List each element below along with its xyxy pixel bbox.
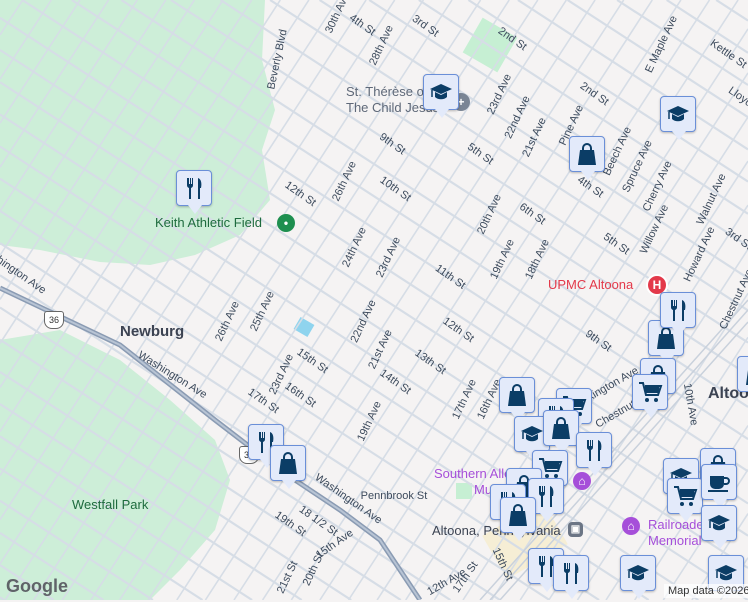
route-36-shield: 36: [44, 311, 64, 329]
coffee-cup-marker[interactable]: [701, 464, 737, 500]
graduation-cap-icon: [519, 421, 545, 447]
fork-knife-icon: [665, 297, 691, 323]
map-attribution[interactable]: Map data ©2026: [664, 584, 748, 598]
fork-knife-marker[interactable]: [660, 292, 696, 328]
shopping-bag-marker[interactable]: [500, 497, 536, 533]
graduation-cap-icon: [665, 101, 691, 127]
shopping-bag-icon: [504, 382, 530, 408]
fork-knife-icon: [533, 483, 559, 509]
graduation-cap-marker[interactable]: [660, 96, 696, 132]
fork-knife-marker[interactable]: [576, 432, 612, 468]
shopping-bag-icon: [275, 450, 301, 476]
shopping-cart-icon: [672, 483, 698, 509]
shopping-bag-icon: [548, 415, 574, 441]
graduation-cap-icon: [713, 560, 739, 586]
place-st-therese-1[interactable]: St. Thérèse of: [346, 84, 427, 100]
shopping-bag-marker[interactable]: [270, 445, 306, 481]
fork-knife-icon: [581, 437, 607, 463]
place-keith-field[interactable]: Keith Athletic Field: [155, 215, 262, 231]
shopping-bag-marker[interactable]: [737, 356, 748, 392]
shopping-cart-marker[interactable]: [667, 478, 703, 514]
graduation-cap-icon: [706, 510, 732, 536]
shopping-bag-icon: [574, 141, 600, 167]
fork-knife-icon: [558, 560, 584, 586]
shopping-bag-icon: [742, 361, 748, 387]
train-station-icon[interactable]: ▣: [568, 522, 583, 537]
graduation-cap-marker[interactable]: [423, 74, 459, 110]
place-newburg: Newburg: [120, 324, 184, 340]
fork-knife-marker[interactable]: [176, 170, 212, 206]
place-upmc[interactable]: UPMC Altoona: [548, 277, 633, 293]
place-westfall-park[interactable]: Westfall Park: [72, 497, 148, 513]
museum-park: [456, 483, 472, 499]
graduation-cap-icon: [625, 560, 651, 586]
shopping-cart-icon: [637, 379, 663, 405]
shopping-cart-marker[interactable]: [632, 374, 668, 410]
museum-icon[interactable]: ⌂: [622, 517, 640, 535]
shopping-bag-marker[interactable]: [499, 377, 535, 413]
park-pin-icon[interactable]: •: [277, 214, 295, 232]
fork-knife-icon: [181, 175, 207, 201]
shopping-bag-icon: [505, 502, 531, 528]
shopping-bag-marker[interactable]: [543, 410, 579, 446]
google-logo: Google: [6, 578, 68, 594]
graduation-cap-marker[interactable]: [620, 555, 656, 591]
coffee-cup-icon: [706, 469, 732, 495]
street-label: Pennbrook St: [369, 491, 419, 502]
fork-knife-marker[interactable]: [553, 555, 589, 591]
place-railroad-2[interactable]: Memorial: [648, 533, 701, 549]
graduation-cap-icon: [428, 79, 454, 105]
shopping-bag-marker[interactable]: [569, 136, 605, 172]
place-station[interactable]: Altoona, Pennsylvania: [432, 523, 561, 539]
graduation-cap-marker[interactable]: [701, 505, 737, 541]
